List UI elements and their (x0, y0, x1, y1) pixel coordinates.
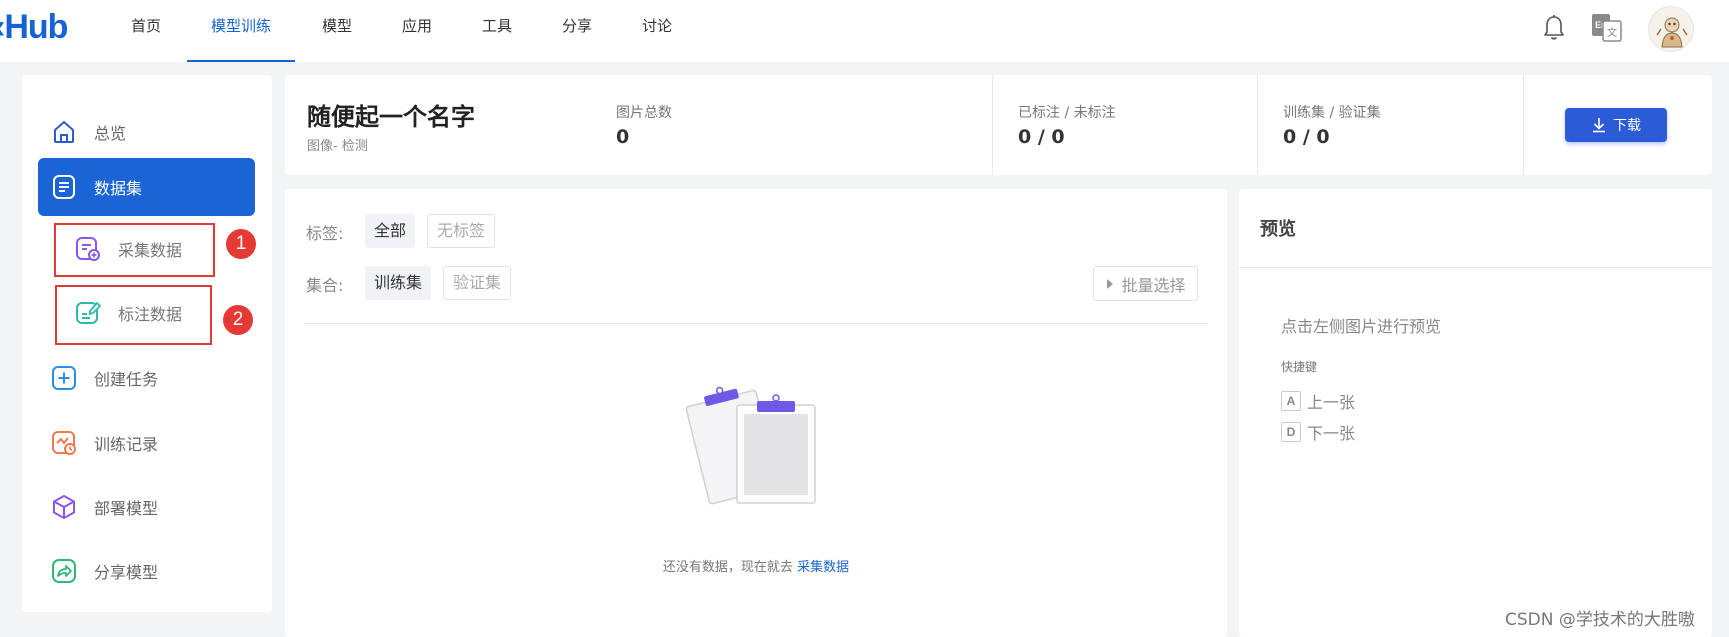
shortcut-title: 快捷键 (1281, 360, 1318, 374)
top-nav-bar: ‹Hub 首页 模型训练 模型 应用 工具 分享 讨论 En 文 (0, 0, 1729, 62)
sidebar-item-deploy-model[interactable]: 部署模型 (38, 478, 255, 536)
sidebar-item-label: 分享模型 (94, 563, 159, 582)
collect-data-link[interactable]: 采集数据 (797, 560, 849, 575)
shortcut-label: 下一张 (1307, 424, 1356, 443)
sidebar-item-dataset[interactable]: 数据集 (38, 158, 255, 216)
shortcut-previous: A 上一张 (1281, 389, 1355, 413)
sidebar-item-overview[interactable]: 总览 (38, 103, 255, 161)
preview-hint: 点击左侧图片进行预览 (1281, 317, 1442, 336)
home-icon (54, 121, 74, 143)
svg-text:文: 文 (1607, 26, 1617, 39)
batch-select-button[interactable]: 批量选择 (1093, 266, 1198, 301)
sidebar-item-label: 创建任务 (94, 370, 159, 389)
nav-item-home[interactable]: 首页 (126, 0, 166, 62)
nav-item-apps[interactable]: 应用 (400, 0, 434, 62)
sidebar-item-label: 总览 (94, 124, 127, 143)
dataset-icon (53, 175, 75, 199)
cube-icon (53, 495, 75, 519)
header-divider (992, 75, 993, 175)
batch-select-label: 批量选择 (1121, 275, 1186, 295)
download-button[interactable]: 下载 (1565, 108, 1667, 142)
dataset-header-card: 随便起一个名字 图像- 检测 图片总数 0 已标注 / 未标注 0 / 0 训练… (285, 75, 1712, 175)
set-chip-train[interactable]: 训练集 (365, 266, 432, 300)
nav-item-models[interactable]: 模型 (320, 0, 354, 62)
project-subtitle: 图像- 检测 (307, 139, 368, 154)
share-icon (52, 559, 76, 583)
tag-chip-all[interactable]: 全部 (365, 214, 416, 248)
bell-icon[interactable] (1542, 14, 1566, 42)
sidebar-item-training-record[interactable]: 训练记录 (38, 414, 255, 472)
key-d-icon: D (1281, 422, 1301, 442)
set-chip-validation[interactable]: 验证集 (443, 266, 512, 300)
tag-filter-label: 标签: (306, 224, 344, 243)
brand-logo[interactable]: ‹Hub (0, 8, 68, 47)
nav-item-tools[interactable]: 工具 (480, 0, 514, 62)
stat-value-labeled-unlabeled: 0 / 0 (1018, 126, 1065, 148)
project-title: 随便起一个名字 (307, 103, 475, 131)
empty-state-message: 还没有数据，现在就去 采集数据 (285, 556, 1227, 575)
download-icon (1593, 118, 1605, 133)
annotation-marker-2: 2 (223, 305, 253, 335)
empty-clipboard-illustration (685, 386, 816, 505)
user-avatar[interactable] (1648, 6, 1694, 52)
stat-value-train-val: 0 / 0 (1283, 126, 1330, 148)
sidebar-item-label: 训练记录 (94, 435, 159, 454)
sidebar-item-label: 部署模型 (94, 499, 159, 518)
training-record-icon (52, 431, 76, 455)
tag-chip-unlabeled[interactable]: 无标签 (427, 214, 496, 248)
avatar-image (1649, 7, 1693, 51)
header-divider (1257, 75, 1258, 175)
annotation-marker-1: 1 (226, 229, 256, 259)
set-filter-label: 集合: (306, 276, 344, 295)
preview-divider (1239, 267, 1712, 268)
watermark-text: CSDN @学技术的大胜嗷 (1505, 610, 1695, 630)
annotation-box-1 (54, 223, 215, 277)
language-switch-icon[interactable]: En 文 (1591, 13, 1623, 43)
sidebar-item-create-task[interactable]: 创建任务 (38, 349, 255, 407)
sidebar-item-label: 数据集 (94, 179, 143, 198)
plus-square-icon (52, 366, 76, 390)
preview-panel: 预览 点击左侧图片进行预览 快捷键 A 上一张 D 下一张 (1239, 189, 1712, 637)
nav-item-share[interactable]: 分享 (560, 0, 594, 62)
key-a-icon: A (1281, 391, 1301, 411)
download-label: 下载 (1613, 118, 1641, 134)
caret-right-icon (1107, 278, 1114, 289)
header-divider (1523, 75, 1524, 175)
empty-state-text: 还没有数据，现在就去 (662, 560, 793, 575)
filter-divider (305, 323, 1207, 324)
nav-item-model-training[interactable]: 模型训练 (187, 0, 295, 62)
dataset-content-card: 标签: 全部 无标签 集合: 训练集 验证集 批量选择 还没有数据，现在就去 采… (285, 189, 1227, 637)
stat-label-train-val: 训练集 / 验证集 (1283, 105, 1381, 121)
annotation-box-2 (55, 285, 212, 345)
stat-label-total-images: 图片总数 (616, 105, 672, 121)
nav-item-discuss[interactable]: 讨论 (640, 0, 674, 62)
sidebar-item-share-model[interactable]: 分享模型 (38, 542, 255, 600)
shortcut-next: D 下一张 (1281, 420, 1355, 444)
stat-label-labeled-unlabeled: 已标注 / 未标注 (1018, 105, 1116, 121)
preview-title: 预览 (1260, 219, 1296, 240)
shortcut-label: 上一张 (1307, 393, 1356, 412)
stat-value-total-images: 0 (616, 126, 630, 148)
